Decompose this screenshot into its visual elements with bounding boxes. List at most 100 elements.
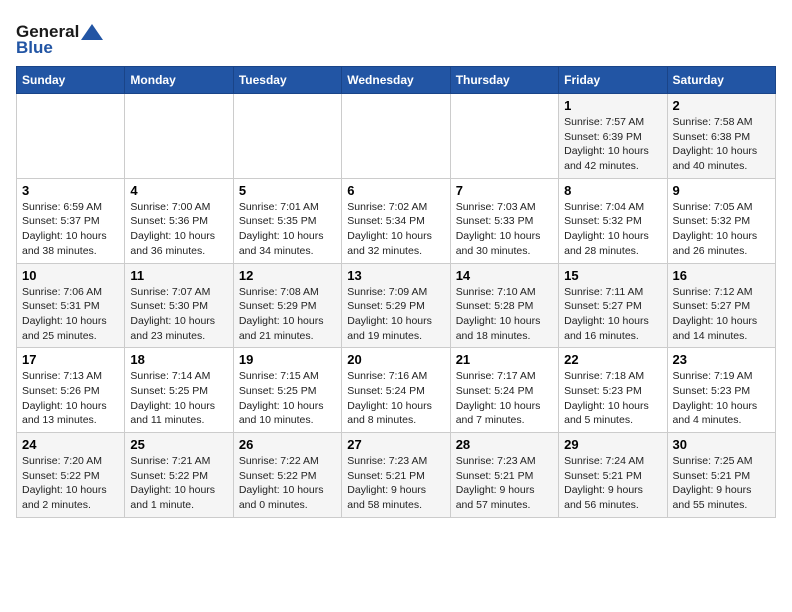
logo: General Blue General Blue	[16, 20, 105, 58]
day-number: 13	[347, 268, 444, 283]
day-info: Sunrise: 7:01 AM Sunset: 5:35 PM Dayligh…	[239, 200, 336, 259]
day-info: Sunrise: 7:07 AM Sunset: 5:30 PM Dayligh…	[130, 285, 227, 344]
day-number: 26	[239, 437, 336, 452]
day-cell: 22 Sunrise: 7:18 AM Sunset: 5:23 PM Dayli…	[559, 348, 667, 433]
day-cell: 12 Sunrise: 7:08 AM Sunset: 5:29 PM Dayli…	[233, 263, 341, 348]
day-cell	[125, 94, 233, 179]
day-number: 20	[347, 352, 444, 367]
header-cell-monday: Monday	[125, 67, 233, 94]
day-number: 2	[673, 98, 770, 113]
day-cell: 28Sunrise: 7:23 AM Sunset: 5:21 PM Dayli…	[450, 433, 558, 518]
day-cell: 20 Sunrise: 7:16 AM Sunset: 5:24 PM Dayli…	[342, 348, 450, 433]
day-info: Sunrise: 7:21 AM Sunset: 5:22 PM Dayligh…	[130, 454, 227, 513]
day-cell	[233, 94, 341, 179]
header-cell-thursday: Thursday	[450, 67, 558, 94]
day-number: 3	[22, 183, 119, 198]
day-info: Sunrise: 7:15 AM Sunset: 5:25 PM Dayligh…	[239, 369, 336, 428]
header-cell-sunday: Sunday	[17, 67, 125, 94]
header-cell-wednesday: Wednesday	[342, 67, 450, 94]
day-info: Sunrise: 7:02 AM Sunset: 5:34 PM Dayligh…	[347, 200, 444, 259]
day-number: 24	[22, 437, 119, 452]
logo-blue: Blue	[16, 38, 53, 58]
day-cell: 6 Sunrise: 7:02 AM Sunset: 5:34 PM Daylig…	[342, 178, 450, 263]
day-info: Sunrise: 7:25 AM Sunset: 5:21 PM Dayligh…	[673, 454, 770, 513]
day-number: 19	[239, 352, 336, 367]
day-cell: 21 Sunrise: 7:17 AM Sunset: 5:24 PM Dayli…	[450, 348, 558, 433]
day-number: 29	[564, 437, 661, 452]
day-cell: 5 Sunrise: 7:01 AM Sunset: 5:35 PM Daylig…	[233, 178, 341, 263]
day-info: Sunrise: 7:19 AM Sunset: 5:23 PM Dayligh…	[673, 369, 770, 428]
day-info: Sunrise: 7:14 AM Sunset: 5:25 PM Dayligh…	[130, 369, 227, 428]
day-number: 12	[239, 268, 336, 283]
page-header: General Blue General Blue	[16, 16, 776, 58]
day-number: 25	[130, 437, 227, 452]
day-info: Sunrise: 7:17 AM Sunset: 5:24 PM Dayligh…	[456, 369, 553, 428]
day-info: Sunrise: 7:16 AM Sunset: 5:24 PM Dayligh…	[347, 369, 444, 428]
day-info: Sunrise: 7:09 AM Sunset: 5:29 PM Dayligh…	[347, 285, 444, 344]
day-cell: 17 Sunrise: 7:13 AM Sunset: 5:26 PM Dayli…	[17, 348, 125, 433]
day-info: Sunrise: 7:58 AM Sunset: 6:38 PM Dayligh…	[673, 115, 770, 174]
day-cell: 15Sunrise: 7:11 AM Sunset: 5:27 PM Dayli…	[559, 263, 667, 348]
day-number: 9	[673, 183, 770, 198]
day-number: 5	[239, 183, 336, 198]
day-cell: 19 Sunrise: 7:15 AM Sunset: 5:25 PM Dayli…	[233, 348, 341, 433]
day-cell: 18Sunrise: 7:14 AM Sunset: 5:25 PM Dayli…	[125, 348, 233, 433]
day-info: Sunrise: 7:22 AM Sunset: 5:22 PM Dayligh…	[239, 454, 336, 513]
day-cell: 10 Sunrise: 7:06 AM Sunset: 5:31 PM Dayli…	[17, 263, 125, 348]
day-info: Sunrise: 7:08 AM Sunset: 5:29 PM Dayligh…	[239, 285, 336, 344]
day-cell: 3 Sunrise: 6:59 AM Sunset: 5:37 PM Daylig…	[17, 178, 125, 263]
week-row-1: 1Sunrise: 7:57 AM Sunset: 6:39 PM Daylig…	[17, 94, 776, 179]
day-cell: 27 Sunrise: 7:23 AM Sunset: 5:21 PM Dayli…	[342, 433, 450, 518]
week-row-3: 10 Sunrise: 7:06 AM Sunset: 5:31 PM Dayli…	[17, 263, 776, 348]
day-number: 7	[456, 183, 553, 198]
day-number: 15	[564, 268, 661, 283]
day-info: Sunrise: 7:18 AM Sunset: 5:23 PM Dayligh…	[564, 369, 661, 428]
day-number: 16	[673, 268, 770, 283]
day-info: Sunrise: 7:05 AM Sunset: 5:32 PM Dayligh…	[673, 200, 770, 259]
day-cell	[342, 94, 450, 179]
day-cell: 29 Sunrise: 7:24 AM Sunset: 5:21 PM Dayli…	[559, 433, 667, 518]
header-cell-friday: Friday	[559, 67, 667, 94]
day-number: 4	[130, 183, 227, 198]
day-info: Sunrise: 7:06 AM Sunset: 5:31 PM Dayligh…	[22, 285, 119, 344]
day-cell: 11 Sunrise: 7:07 AM Sunset: 5:30 PM Dayli…	[125, 263, 233, 348]
day-info: Sunrise: 7:24 AM Sunset: 5:21 PM Dayligh…	[564, 454, 661, 513]
day-cell	[450, 94, 558, 179]
day-info: Sunrise: 7:20 AM Sunset: 5:22 PM Dayligh…	[22, 454, 119, 513]
day-cell: 9 Sunrise: 7:05 AM Sunset: 5:32 PM Daylig…	[667, 178, 775, 263]
day-number: 27	[347, 437, 444, 452]
day-info: Sunrise: 6:59 AM Sunset: 5:37 PM Dayligh…	[22, 200, 119, 259]
day-number: 11	[130, 268, 227, 283]
day-info: Sunrise: 7:13 AM Sunset: 5:26 PM Dayligh…	[22, 369, 119, 428]
day-cell: 13 Sunrise: 7:09 AM Sunset: 5:29 PM Dayli…	[342, 263, 450, 348]
day-cell	[17, 94, 125, 179]
day-cell: 23Sunrise: 7:19 AM Sunset: 5:23 PM Dayli…	[667, 348, 775, 433]
day-number: 8	[564, 183, 661, 198]
day-cell: 7Sunrise: 7:03 AM Sunset: 5:33 PM Daylig…	[450, 178, 558, 263]
day-cell: 4 Sunrise: 7:00 AM Sunset: 5:36 PM Daylig…	[125, 178, 233, 263]
day-cell: 2 Sunrise: 7:58 AM Sunset: 6:38 PM Daylig…	[667, 94, 775, 179]
day-info: Sunrise: 7:00 AM Sunset: 5:36 PM Dayligh…	[130, 200, 227, 259]
day-number: 22	[564, 352, 661, 367]
day-cell: 8 Sunrise: 7:04 AM Sunset: 5:32 PM Daylig…	[559, 178, 667, 263]
day-number: 17	[22, 352, 119, 367]
day-cell: 25 Sunrise: 7:21 AM Sunset: 5:22 PM Dayli…	[125, 433, 233, 518]
header-cell-saturday: Saturday	[667, 67, 775, 94]
logo-triangle	[81, 24, 103, 40]
day-number: 30	[673, 437, 770, 452]
header-row: SundayMondayTuesdayWednesdayThursdayFrid…	[17, 67, 776, 94]
header-cell-tuesday: Tuesday	[233, 67, 341, 94]
day-cell: 1Sunrise: 7:57 AM Sunset: 6:39 PM Daylig…	[559, 94, 667, 179]
day-cell: 24 Sunrise: 7:20 AM Sunset: 5:22 PM Dayli…	[17, 433, 125, 518]
day-info: Sunrise: 7:23 AM Sunset: 5:21 PM Dayligh…	[347, 454, 444, 513]
day-number: 10	[22, 268, 119, 283]
day-number: 6	[347, 183, 444, 198]
week-row-5: 24 Sunrise: 7:20 AM Sunset: 5:22 PM Dayli…	[17, 433, 776, 518]
day-number: 21	[456, 352, 553, 367]
day-info: Sunrise: 7:23 AM Sunset: 5:21 PM Dayligh…	[456, 454, 553, 513]
week-row-4: 17 Sunrise: 7:13 AM Sunset: 5:26 PM Dayli…	[17, 348, 776, 433]
day-info: Sunrise: 7:57 AM Sunset: 6:39 PM Dayligh…	[564, 115, 661, 174]
day-info: Sunrise: 7:04 AM Sunset: 5:32 PM Dayligh…	[564, 200, 661, 259]
calendar-table: SundayMondayTuesdayWednesdayThursdayFrid…	[16, 66, 776, 518]
day-cell: 30 Sunrise: 7:25 AM Sunset: 5:21 PM Dayli…	[667, 433, 775, 518]
